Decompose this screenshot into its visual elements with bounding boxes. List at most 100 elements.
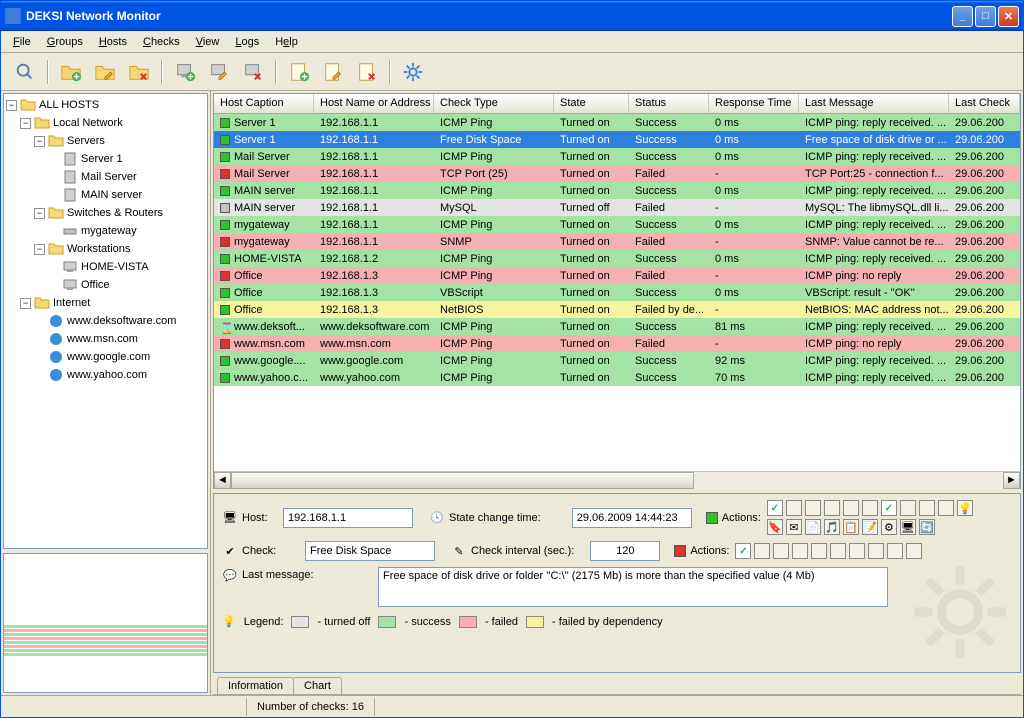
lastmsg-text[interactable] [378,567,888,607]
action-btn[interactable] [843,500,859,516]
action-btn[interactable] [887,543,903,559]
action-btn[interactable] [792,543,808,559]
minimize-button[interactable]: _ [952,6,973,27]
menu-view[interactable]: View [188,34,228,50]
table-row[interactable]: www.msn.comwww.msn.comICMP PingTurned on… [214,335,1020,352]
menu-hosts[interactable]: Hosts [91,34,135,50]
action-btn[interactable] [919,500,935,516]
tree-label[interactable]: Local Network [53,117,123,129]
tree-label[interactable]: Switches & Routers [67,207,163,219]
table-row[interactable]: MAIN server192.168.1.1MySQLTurned offFai… [214,199,1020,216]
interval-input[interactable] [590,541,660,561]
tree-label[interactable]: Workstations [67,243,130,255]
col-response-time[interactable]: Response Time [709,94,799,113]
tab-information[interactable]: Information [217,677,294,694]
toolbar-edit-check[interactable] [319,58,347,86]
menu-logs[interactable]: Logs [227,34,267,50]
toolbar-add-group[interactable] [57,58,85,86]
action-btn[interactable]: 🔄 [919,519,935,535]
table-row[interactable]: Office192.168.1.3ICMP PingTurned onFaile… [214,267,1020,284]
table-row[interactable]: Mail Server192.168.1.1ICMP PingTurned on… [214,148,1020,165]
action-btn[interactable] [773,543,789,559]
action-btn[interactable]: 🎵 [824,519,840,535]
table-row[interactable]: MAIN server192.168.1.1ICMP PingTurned on… [214,182,1020,199]
table-row[interactable]: www.google....www.google.comICMP PingTur… [214,352,1020,369]
toolbar-delete-group[interactable] [125,58,153,86]
action-btn[interactable] [811,543,827,559]
table-row[interactable]: ⌛www.deksoft...www.deksoftware.comICMP P… [214,318,1020,335]
table-row[interactable]: Office192.168.1.3NetBIOSTurned onFailed … [214,301,1020,318]
action-btn[interactable] [754,543,770,559]
action-btn[interactable]: 📋 [843,519,859,535]
menu-file[interactable]: File [5,34,39,50]
action-btn[interactable] [849,543,865,559]
tree-label[interactable]: Servers [67,135,105,147]
state-change-input[interactable] [572,508,692,528]
action-btn[interactable]: 📄 [805,519,821,535]
action-btn[interactable] [938,500,954,516]
scroll-left-arrow[interactable]: ◄ [214,472,231,489]
expand-icon[interactable]: − [20,118,31,129]
maximize-button[interactable]: □ [975,6,996,27]
tree-label[interactable]: Internet [53,297,90,309]
col-last-check[interactable]: Last Check [949,94,1020,113]
toolbar-settings[interactable] [399,58,427,86]
tree-label[interactable]: Server 1 [81,153,123,165]
tree-label[interactable]: www.deksoftware.com [67,315,176,327]
toolbar-delete-host[interactable] [239,58,267,86]
action-btn[interactable] [900,500,916,516]
action-btn[interactable] [824,500,840,516]
action-btn[interactable]: ⚙ [881,519,897,535]
expand-icon[interactable]: − [20,298,31,309]
action-btn[interactable] [786,500,802,516]
table-row[interactable]: Server 1192.168.1.1Free Disk SpaceTurned… [214,131,1020,148]
scroll-thumb[interactable] [231,472,694,489]
host-input[interactable] [283,508,413,528]
action-btn[interactable] [830,543,846,559]
toolbar-add-host[interactable] [171,58,199,86]
col-check-type[interactable]: Check Type [434,94,554,113]
action-btn[interactable] [805,500,821,516]
expand-icon[interactable]: − [6,100,17,111]
toolbar-edit-host[interactable] [205,58,233,86]
col-last-message[interactable]: Last Message [799,94,949,113]
tree-label[interactable]: HOME-VISTA [81,261,149,273]
col-host-caption[interactable]: Host Caption [214,94,314,113]
action-checkbox[interactable] [881,500,897,516]
action-checkbox[interactable] [767,500,783,516]
menu-help[interactable]: Help [267,34,306,50]
table-row[interactable]: Server 1192.168.1.1ICMP PingTurned onSuc… [214,114,1020,131]
toolbar-delete-check[interactable] [353,58,381,86]
tree-label[interactable]: Mail Server [81,171,137,183]
table-row[interactable]: HOME-VISTA192.168.1.2ICMP PingTurned onS… [214,250,1020,267]
expand-icon[interactable]: − [34,208,45,219]
toolbar-add-check[interactable] [285,58,313,86]
table-row[interactable]: www.yahoo.c...www.yahoo.comICMP PingTurn… [214,369,1020,386]
grid-header[interactable]: Host Caption Host Name or Address Check … [214,94,1020,114]
action-btn[interactable]: ✉ [786,519,802,535]
menu-checks[interactable]: Checks [135,34,188,50]
expand-icon[interactable]: − [34,136,45,147]
action-btn[interactable] [868,543,884,559]
col-status[interactable]: Status [629,94,709,113]
action-btn[interactable]: 📝 [862,519,878,535]
expand-icon[interactable]: − [34,244,45,255]
tree-label[interactable]: Office [81,279,110,291]
table-row[interactable]: Office192.168.1.3VBScriptTurned onSucces… [214,284,1020,301]
menu-groups[interactable]: Groups [39,34,91,50]
tree-label[interactable]: www.yahoo.com [67,369,147,381]
scroll-right-arrow[interactable]: ► [1003,472,1020,489]
tree-label[interactable]: mygateway [81,225,137,237]
host-tree[interactable]: −ALL HOSTS −Local Network −Servers Serve… [3,93,208,549]
tab-chart[interactable]: Chart [293,677,342,694]
check-input[interactable] [305,541,435,561]
table-row[interactable]: Mail Server192.168.1.1TCP Port (25)Turne… [214,165,1020,182]
action-checkbox[interactable] [735,543,751,559]
checks-grid[interactable]: Host Caption Host Name or Address Check … [213,93,1021,489]
tree-label[interactable]: www.msn.com [67,333,138,345]
close-button[interactable]: ✕ [998,6,1019,27]
table-row[interactable]: mygateway192.168.1.1ICMP PingTurned onSu… [214,216,1020,233]
action-btn[interactable] [862,500,878,516]
action-btn[interactable]: 🖥 [900,519,916,535]
action-btn[interactable]: 🔖 [767,519,783,535]
